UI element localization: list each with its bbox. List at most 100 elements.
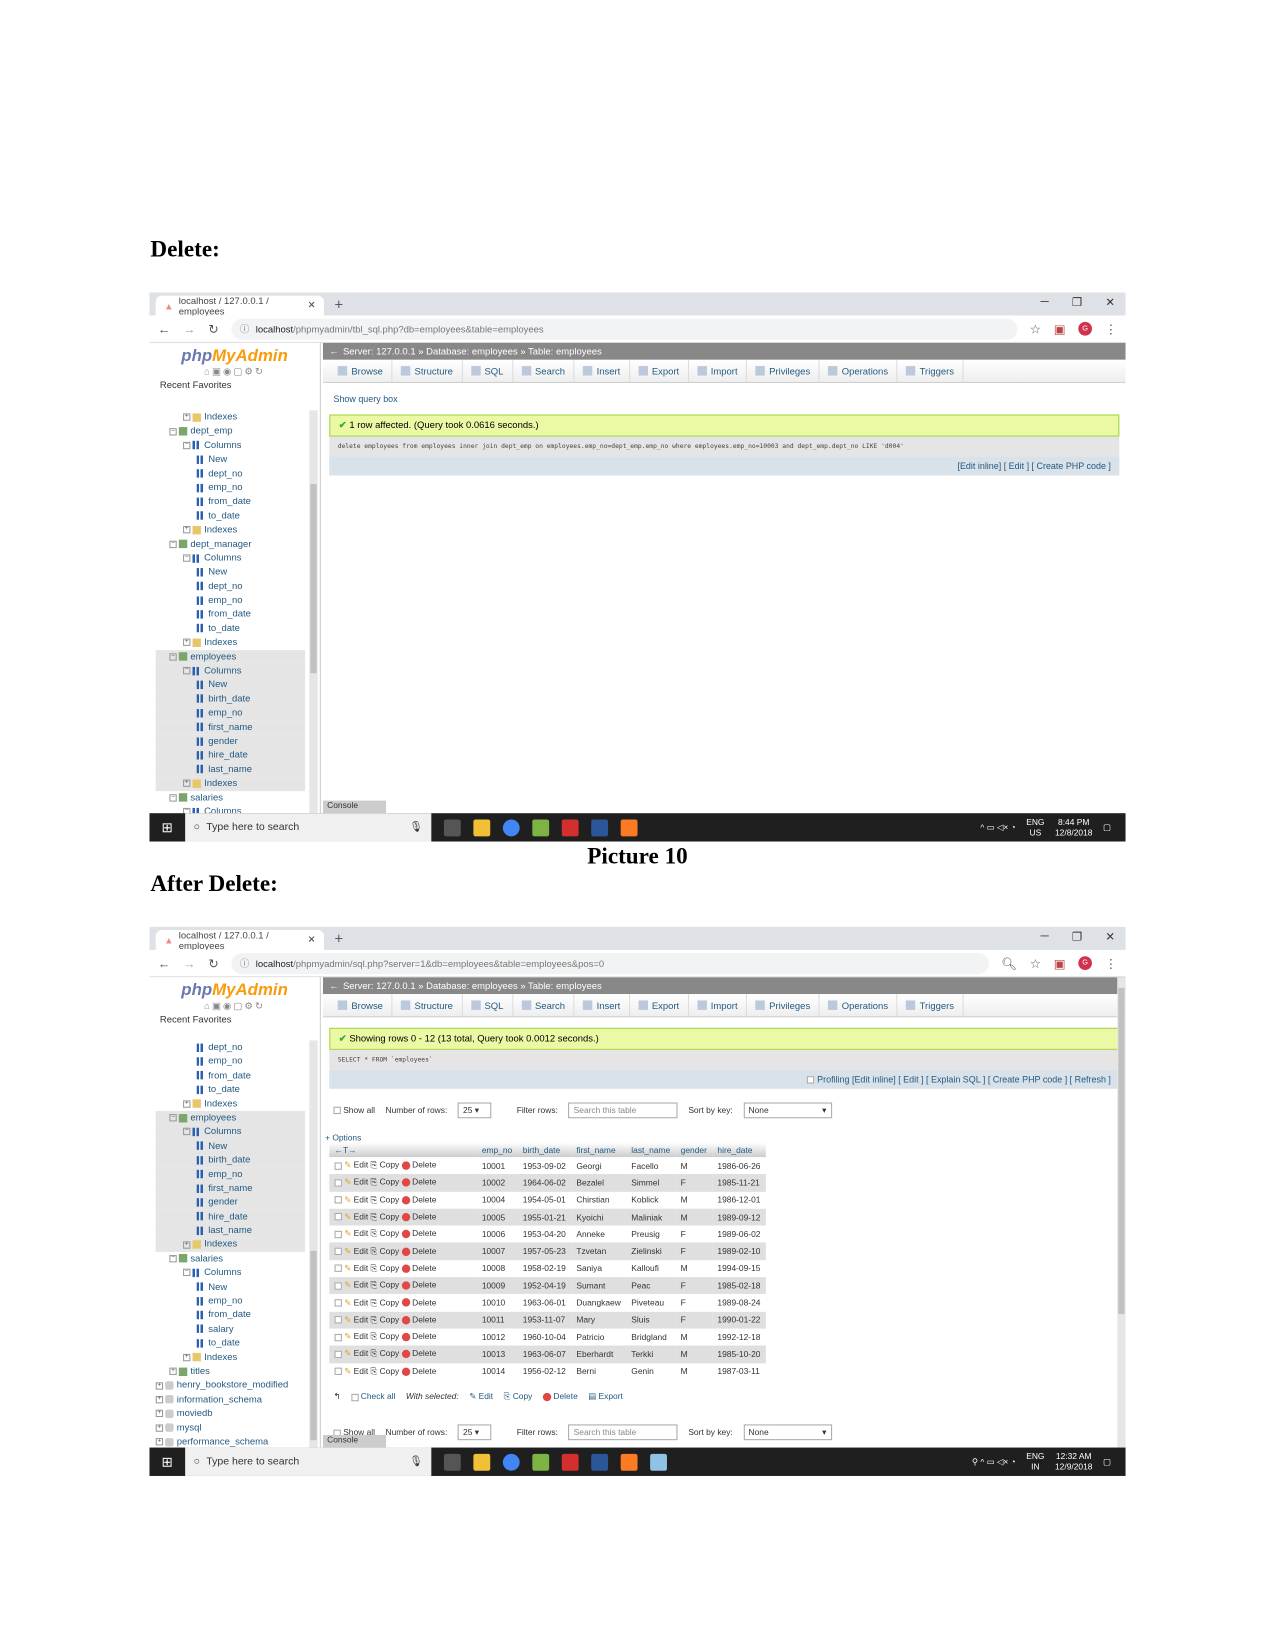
tab-operations[interactable]: Operations	[820, 994, 898, 1017]
tree-item[interactable]: first_name	[155, 720, 306, 735]
tree-item[interactable]: − Columns	[156, 805, 305, 814]
delete-button[interactable]: Delete	[401, 1263, 436, 1273]
phpmyadmin-logo[interactable]: phpMyAdmin	[149, 982, 319, 1001]
copy-button[interactable]: ⎘ Copy	[371, 1298, 400, 1307]
edit-button[interactable]: ✎ Edit	[344, 1195, 368, 1204]
copy-button[interactable]: ⎘ Copy	[371, 1315, 400, 1324]
edit-button[interactable]: ✎ Edit	[344, 1298, 368, 1307]
tree-item[interactable]: + Indexes	[155, 1237, 306, 1252]
row-checkbox[interactable]	[334, 1299, 342, 1307]
show-all-checkbox[interactable]	[333, 1106, 341, 1114]
console-button[interactable]: Console	[322, 800, 387, 814]
filter-rows-input[interactable]: Search this table	[568, 1101, 678, 1118]
column-header-hire_date[interactable]: hire_date	[712, 1142, 766, 1158]
xampp-icon[interactable]	[620, 1453, 638, 1471]
tab-import[interactable]: Import	[689, 359, 748, 382]
forward-icon[interactable]: →	[183, 321, 196, 336]
tree-item[interactable]: New	[156, 565, 305, 579]
notification-icon[interactable]: ▢	[1103, 823, 1111, 832]
recent-tab[interactable]: Recent	[160, 380, 190, 391]
tree-item[interactable]: from_date	[156, 1308, 305, 1322]
zoom-icon[interactable]: 🔍︎	[1001, 956, 1017, 971]
tab-insert[interactable]: Insert	[574, 994, 630, 1017]
bulk-edit-button[interactable]: ✎ Edit	[469, 1392, 493, 1401]
tree-item[interactable]: emp_no	[156, 1055, 305, 1069]
tab-export[interactable]: Export	[630, 994, 689, 1017]
tree-item[interactable]: − dept_emp	[156, 424, 305, 438]
copy-button[interactable]: ⎘ Copy	[371, 1349, 400, 1358]
edit-button[interactable]: ✎ Edit	[344, 1332, 368, 1341]
nav-icons[interactable]: ⌂▣◉▢⚙↻	[149, 1000, 319, 1012]
copy-button[interactable]: ⎘ Copy	[371, 1229, 400, 1238]
edit-button[interactable]: ✎ Edit	[344, 1212, 368, 1221]
tree-item[interactable]: hire_date	[155, 1209, 306, 1224]
expand-icon[interactable]: +	[183, 1240, 191, 1249]
forward-icon[interactable]: →	[183, 956, 196, 971]
edit-button[interactable]: ✎ Edit	[344, 1229, 368, 1238]
tray-icons[interactable]: ^ ▭ ◁× ◔	[980, 823, 1015, 832]
sort-by-key-select[interactable]: None ▾	[743, 1101, 832, 1118]
mic-icon[interactable]: 🎙	[410, 822, 423, 834]
tree-item[interactable]: from_date	[156, 607, 305, 621]
show-query-box-link[interactable]: Show query box	[323, 383, 1126, 415]
profiling-checkbox[interactable]	[807, 1076, 815, 1084]
tree-item[interactable]: − employees	[155, 1110, 306, 1125]
copy-button[interactable]: ⎘ Copy	[371, 1195, 400, 1204]
tree-item[interactable]: + Indexes	[156, 1350, 305, 1364]
clock-time[interactable]: 12:32 AM	[1056, 1451, 1092, 1460]
expand-icon[interactable]: +	[155, 1381, 164, 1390]
tree-item[interactable]: + henry_bookstore_modified	[155, 1379, 305, 1393]
row-checkbox[interactable]	[334, 1161, 342, 1170]
row-checkbox[interactable]	[334, 1213, 342, 1221]
acrobat-icon[interactable]	[561, 818, 579, 836]
tree-item[interactable]: birth_date	[155, 692, 306, 707]
tree-item[interactable]: + performance_schema	[155, 1435, 305, 1448]
file-explorer-icon[interactable]	[473, 818, 491, 836]
copy-button[interactable]: ⎘ Copy	[371, 1263, 400, 1272]
tab-insert[interactable]: Insert	[574, 359, 630, 382]
tree-item[interactable]: New	[155, 677, 306, 693]
expand-icon[interactable]: −	[183, 1269, 191, 1277]
expand-icon[interactable]: +	[183, 638, 191, 647]
acrobat-icon[interactable]	[561, 1453, 579, 1471]
bulk-copy-button[interactable]: ⎘ Copy	[504, 1392, 533, 1403]
console-button[interactable]: Console	[322, 1434, 387, 1448]
notepad-icon[interactable]	[532, 818, 550, 836]
tree-item[interactable]: emp_no	[156, 593, 305, 607]
expand-icon[interactable]: +	[155, 1409, 164, 1418]
column-resize-controls[interactable]: ←T→	[329, 1142, 477, 1158]
tree-item[interactable]: + Indexes	[156, 410, 305, 424]
tab-import[interactable]: Import	[689, 994, 748, 1017]
tree-item[interactable]: − Columns	[156, 551, 305, 565]
url-input[interactable]: ⓘ localhost/phpmyadmin/sql.php?server=1&d…	[231, 952, 989, 974]
row-checkbox[interactable]	[334, 1179, 342, 1187]
tray-lang[interactable]: ENG	[1026, 1451, 1044, 1460]
expand-icon[interactable]: +	[183, 413, 191, 421]
copy-button[interactable]: ⎘ Copy	[371, 1281, 400, 1290]
tab-sql[interactable]: SQL	[462, 994, 513, 1017]
delete-button[interactable]: Delete	[401, 1366, 436, 1376]
edit-button[interactable]: ✎ Edit	[344, 1349, 368, 1358]
tree-item[interactable]: New	[155, 1139, 306, 1154]
nav-scrollbar[interactable]	[309, 410, 318, 814]
new-tab-button[interactable]: +	[335, 930, 344, 947]
tree-item[interactable]: last_name	[155, 1223, 306, 1238]
tree-item[interactable]: + Indexes	[156, 636, 305, 650]
tree-item[interactable]: − Columns	[155, 663, 306, 678]
mic-icon[interactable]: 🎙	[410, 1456, 423, 1468]
tree-item[interactable]: emp_no	[156, 481, 305, 495]
tree-item[interactable]: − Columns	[156, 438, 305, 452]
tray-lang[interactable]: ENG	[1026, 817, 1044, 826]
tree-item[interactable]: dept_no	[156, 1040, 305, 1054]
chrome-icon[interactable]	[502, 1453, 520, 1471]
xampp-icon[interactable]	[620, 818, 638, 836]
close-tab-icon[interactable]: ✕	[308, 300, 316, 312]
expand-icon[interactable]: +	[183, 526, 191, 534]
nav-icons[interactable]: ⌂▣◉▢⚙↻	[149, 366, 319, 378]
tree-item[interactable]: + Indexes	[156, 1097, 305, 1111]
tab-privileges[interactable]: Privileges	[747, 359, 820, 382]
delete-button[interactable]: Delete	[401, 1246, 436, 1256]
tree-item[interactable]: to_date	[156, 1336, 305, 1350]
phpmyadmin-logo[interactable]: phpMyAdmin	[149, 347, 319, 366]
copy-button[interactable]: ⎘ Copy	[371, 1332, 400, 1341]
